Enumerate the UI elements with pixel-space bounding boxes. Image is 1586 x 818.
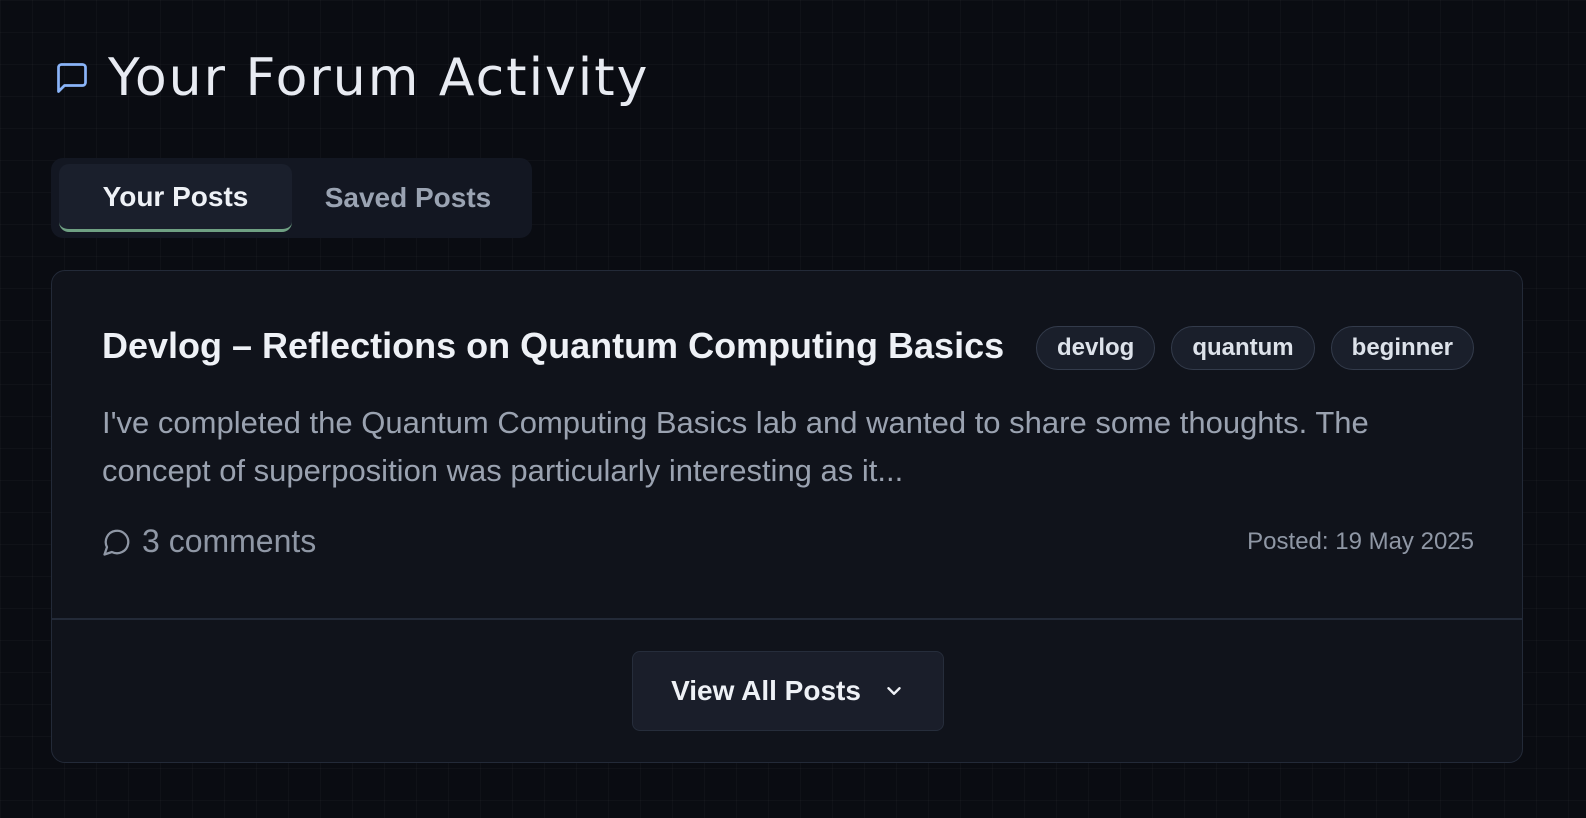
chevron-down-icon (883, 680, 905, 702)
tab-label: Your Posts (102, 180, 249, 212)
tag-devlog[interactable]: devlog (1035, 326, 1156, 370)
comments-count: 3 comments (142, 523, 317, 559)
forum-activity-page: Your Forum Activity Your Posts Saved Pos… (0, 0, 1586, 818)
tag-quantum[interactable]: quantum (1171, 326, 1315, 370)
post-card-body: Devlog – Reflections on Quantum Computin… (52, 271, 1522, 618)
post-card: Devlog – Reflections on Quantum Computin… (51, 270, 1523, 763)
post-tags: devlog quantum beginner (1035, 326, 1474, 370)
page-header: Your Forum Activity (54, 50, 649, 106)
tab-your-posts[interactable]: Your Posts (59, 164, 292, 232)
post-excerpt: I've completed the Quantum Computing Bas… (102, 405, 1369, 488)
message-square-icon (54, 60, 90, 96)
view-all-label: View All Posts (671, 675, 861, 706)
tag-beginner[interactable]: beginner (1330, 326, 1474, 370)
posted-date: Posted: 19 May 2025 (1247, 527, 1474, 555)
tab-saved-posts[interactable]: Saved Posts (292, 164, 524, 232)
page-title: Your Forum Activity (108, 48, 650, 108)
post-meta: 3 comments Posted: 19 May 2025 (102, 523, 1474, 560)
comment-icon (102, 527, 132, 557)
comments-link[interactable]: 3 comments (102, 523, 316, 560)
activity-tabs: Your Posts Saved Posts (51, 158, 532, 238)
view-all-posts-button[interactable]: View All Posts (632, 651, 944, 731)
card-divider (52, 618, 1522, 620)
tab-label: Saved Posts (324, 182, 492, 213)
post-title[interactable]: Devlog – Reflections on Quantum Computin… (102, 325, 1004, 367)
